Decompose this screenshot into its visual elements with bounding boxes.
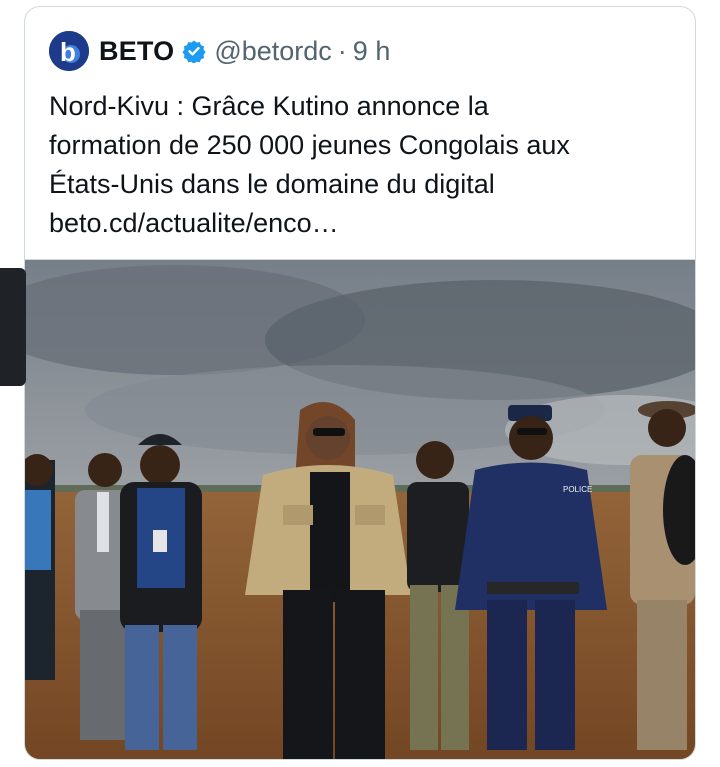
tweet-text: Nord-Kivu : Grâce Kutino annonce la form… [49,87,689,243]
verified-badge-icon [182,39,206,63]
tweet-text-line: Nord-Kivu : Grâce Kutino annonce la [49,91,489,121]
beto-logo-icon: b [49,31,89,71]
svg-text:b: b [60,37,76,67]
author-handle[interactable]: @betordc [214,36,331,67]
tweet-card[interactable]: b BETO @betordc · 9 h Nord-Kivu : Grâce … [24,6,696,760]
author-name[interactable]: BETO [99,36,174,67]
separator-dot: · [337,35,347,66]
timestamp[interactable]: 9 h [353,36,391,67]
media-side-tab [0,268,26,386]
tweet-media-photo[interactable]: POLICE [25,259,695,759]
tweet-link[interactable]: beto.cd/actualite/enco… [49,204,689,243]
tweet-text-line: formation de 250 000 jeunes Congolais au… [49,130,570,160]
photo-scene: POLICE [25,260,695,759]
avatar[interactable]: b [49,31,89,71]
tweet-header: b BETO @betordc · 9 h [49,29,390,73]
tweet-text-line: États-Unis dans le domaine du digital [49,169,495,199]
